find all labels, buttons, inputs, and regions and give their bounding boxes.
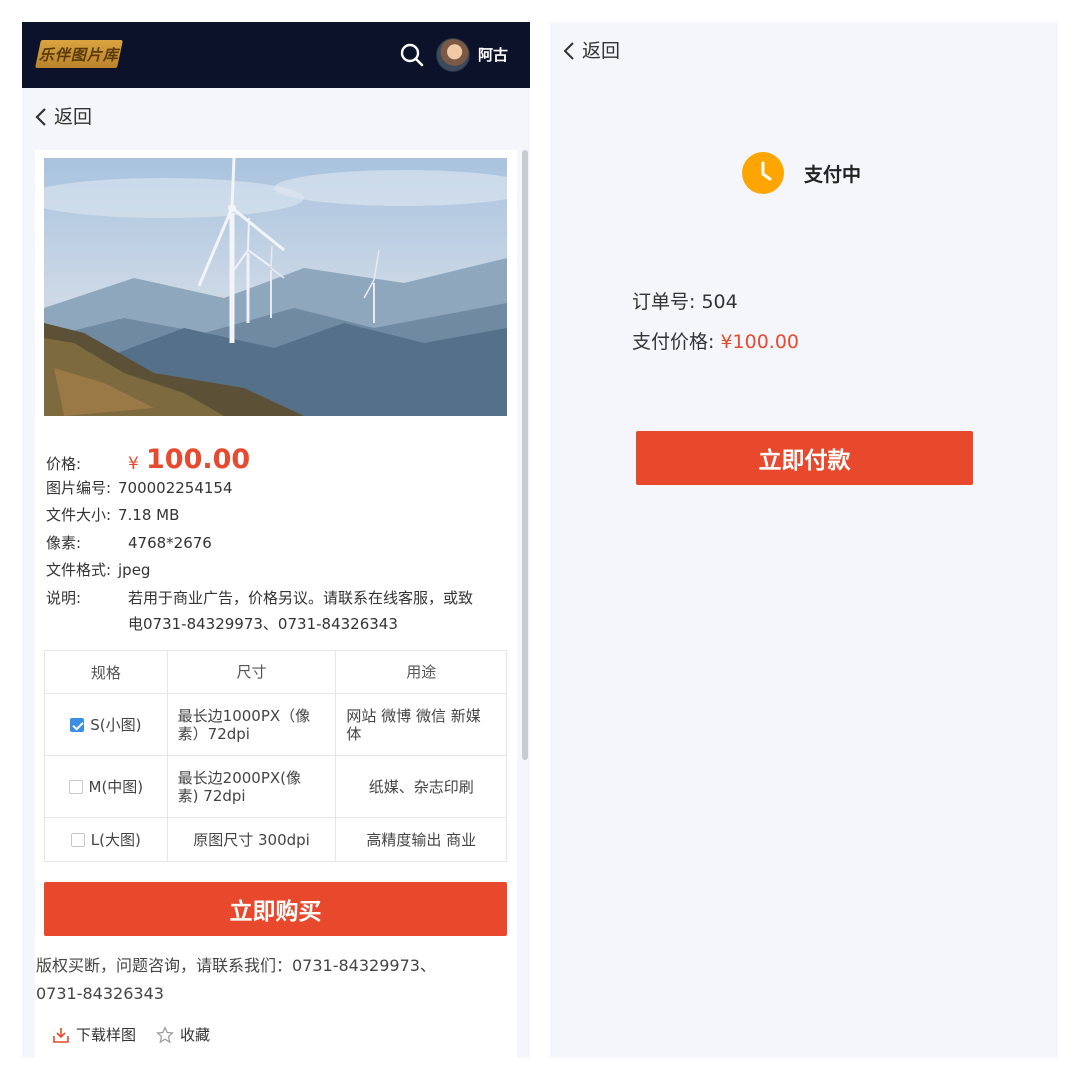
order-summary: 订单号: 504 支付价格: ¥100.00 bbox=[632, 282, 799, 362]
scrollbar[interactable] bbox=[522, 150, 528, 760]
site-logo[interactable]: 乐伴图片库 bbox=[35, 40, 123, 68]
pay-now-button[interactable]: 立即付款 bbox=[636, 431, 973, 485]
product-photo[interactable] bbox=[44, 158, 507, 416]
payment-status: 支付中 bbox=[742, 152, 861, 194]
chevron-left-icon bbox=[35, 108, 46, 126]
price-amount: 100.00 bbox=[146, 444, 251, 475]
bottom-actions: 下载样图 收藏 bbox=[52, 1024, 230, 1045]
checkbox-icon[interactable] bbox=[70, 833, 85, 847]
table-row[interactable]: L(大图) 原图尺寸 300dpi 高精度输出 商业 bbox=[44, 817, 507, 862]
price-currency: ¥ bbox=[128, 454, 139, 474]
table-row[interactable]: S(小图) 最长边1000PX（像 素）72dpi 网站 微博 微信 新媒 体 bbox=[44, 693, 507, 756]
spec-option-s[interactable]: S(小图) bbox=[44, 693, 168, 756]
contact-info: 版权买断，问题咨询，请联系我们：0731-84329973、 0731-8432… bbox=[36, 956, 436, 1003]
table-header-row: 规格 尺寸 用途 bbox=[44, 650, 507, 694]
clock-icon bbox=[742, 152, 784, 194]
back-link[interactable]: 返回 bbox=[562, 40, 620, 62]
spec-option-l[interactable]: L(大图) bbox=[44, 817, 168, 862]
buy-now-button[interactable]: 立即购买 bbox=[44, 882, 507, 936]
price-label: 价格: bbox=[46, 455, 82, 473]
payment-panel: 返回 支付中 订单号: 504 支付价格: ¥100.00 立即付款 bbox=[550, 22, 1058, 1058]
spec-table: 规格 尺寸 用途 S(小图) 最长边1000PX（像 素）72dpi 网站 微博… bbox=[44, 650, 507, 862]
search-icon[interactable] bbox=[398, 41, 426, 69]
top-nav-bar: 乐伴图片库 阿古 bbox=[22, 22, 530, 88]
product-detail-panel: 乐伴图片库 阿古 返回 价格: ¥ 100.00 图片编号: 700002254… bbox=[22, 22, 530, 1058]
back-label: 返回 bbox=[582, 40, 621, 62]
star-icon bbox=[156, 1025, 174, 1043]
spec-option-m[interactable]: M(中图) bbox=[44, 755, 168, 818]
user-name[interactable]: 阿古 bbox=[478, 45, 508, 65]
chevron-left-icon bbox=[563, 42, 574, 60]
user-avatar[interactable] bbox=[436, 38, 470, 72]
order-number-row: 订单号: 504 bbox=[632, 291, 738, 313]
download-sample-button[interactable]: 下载样图 bbox=[52, 1024, 136, 1045]
table-row[interactable]: M(中图) 最长边2000PX(像 素) 72dpi 纸媒、杂志印刷 bbox=[44, 755, 507, 818]
status-label: 支付中 bbox=[804, 163, 862, 186]
checkbox-icon[interactable] bbox=[68, 780, 83, 794]
back-label: 返回 bbox=[54, 106, 93, 128]
pay-price-row: 支付价格: ¥100.00 bbox=[632, 331, 800, 353]
download-icon bbox=[53, 1027, 69, 1043]
back-link[interactable]: 返回 bbox=[34, 104, 92, 130]
favorite-button[interactable]: 收藏 bbox=[156, 1024, 210, 1045]
checkbox-checked-icon[interactable] bbox=[70, 718, 85, 732]
